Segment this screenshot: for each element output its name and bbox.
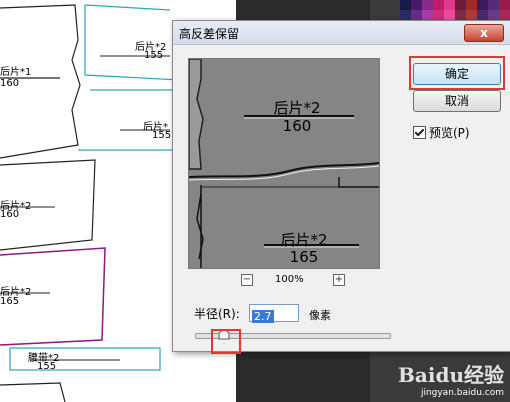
- high-pass-dialog: 高反差保留 x 后片*2 160 后片*2 165 − 100% + 半径(R)…: [172, 20, 510, 354]
- watermark-url: jingyan.baidu.com: [420, 388, 504, 398]
- preview-label: 后片*2: [273, 99, 321, 117]
- piece-size: 165: [0, 296, 20, 307]
- zoom-out-button[interactable]: −: [241, 274, 253, 286]
- radius-input[interactable]: 2.7: [249, 304, 299, 323]
- ok-highlight-box: [409, 56, 505, 90]
- radius-value: 2.7: [252, 310, 274, 323]
- piece-size: 160: [0, 209, 20, 220]
- preview-size: 165: [289, 248, 319, 266]
- piece-size: 160: [0, 78, 20, 89]
- filter-preview[interactable]: 后片*2 160 后片*2 165: [188, 58, 380, 269]
- preview-label: 后片*2: [280, 231, 328, 249]
- radius-unit: 像素: [309, 309, 331, 322]
- piece-size: 155: [152, 130, 172, 141]
- slider-highlight-box: [211, 329, 241, 354]
- checkbox-check-icon[interactable]: [413, 126, 426, 139]
- zoom-controls: − 100% +: [241, 274, 351, 288]
- color-swatches[interactable]: [400, 0, 510, 20]
- zoom-in-button[interactable]: +: [333, 274, 345, 286]
- piece-size: 155: [144, 50, 164, 61]
- close-button[interactable]: x: [464, 24, 504, 42]
- preview-size: 160: [282, 117, 312, 135]
- piece-size: 155: [37, 361, 57, 372]
- preview-checkbox[interactable]: 预览(P): [413, 124, 470, 141]
- preview-checkbox-label: 预览(P): [429, 126, 470, 140]
- dialog-title: 高反差保留: [179, 27, 240, 41]
- cancel-button[interactable]: 取消: [413, 90, 501, 112]
- watermark: Baidu经验 jingyan.baidu.com: [398, 359, 504, 398]
- dialog-titlebar[interactable]: 高反差保留 x: [173, 21, 510, 45]
- piece-label: 后片*1: [0, 67, 32, 78]
- zoom-level: 100%: [275, 274, 304, 285]
- radius-label: 半径(R):: [194, 307, 240, 321]
- baidu-logo: Baidu经验: [398, 363, 504, 387]
